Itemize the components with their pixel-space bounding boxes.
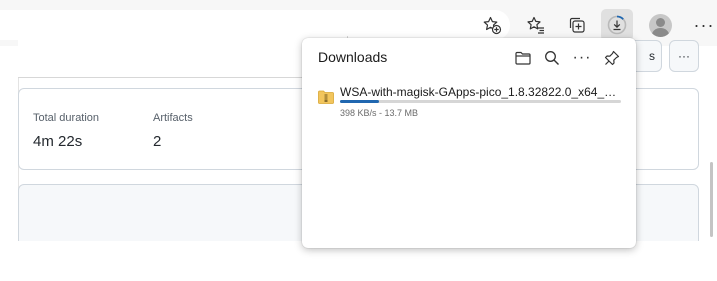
page-scrollbar[interactable]	[710, 162, 713, 237]
header-card	[18, 36, 348, 78]
collections-icon[interactable]	[561, 9, 593, 41]
favorites-icon[interactable]	[520, 9, 552, 41]
browser-window: ··· s ··· Total duration 4m 22s Artifact…	[0, 0, 717, 281]
artifacts-label: Artifacts	[153, 112, 193, 124]
page-more-button[interactable]: ···	[669, 40, 699, 72]
page-more-label: ···	[678, 49, 690, 63]
download-file-name: WSA-with-magisk-GApps-pico_1.8.32822.0_x…	[340, 85, 624, 99]
downloads-panel: Downloads ··· WSA-with-magisk-GApps-pico…	[302, 38, 636, 248]
download-item[interactable]: WSA-with-magisk-GApps-pico_1.8.32822.0_x…	[310, 82, 628, 122]
avatar-body	[652, 28, 669, 37]
avatar-head	[656, 18, 665, 27]
archive-file-icon	[318, 90, 334, 104]
pin-icon[interactable]	[599, 46, 625, 70]
settings-and-more-icon[interactable]: ···	[690, 9, 717, 41]
page-action-label: s	[649, 49, 655, 63]
total-duration-label: Total duration	[33, 112, 100, 124]
downloads-icon[interactable]	[601, 9, 633, 41]
downloads-title: Downloads	[318, 49, 388, 65]
more-options-icon[interactable]: ···	[569, 46, 595, 70]
download-progress-bar	[340, 100, 621, 103]
add-favorite-icon[interactable]	[476, 9, 508, 41]
profile-avatar[interactable]	[649, 14, 672, 37]
open-folder-icon[interactable]	[510, 46, 536, 70]
download-progress-fill	[340, 100, 380, 103]
artifacts-value: 2	[153, 133, 162, 150]
total-duration-value: 4m 22s	[33, 133, 83, 150]
download-status: 398 KB/s - 13.7 MB	[340, 108, 419, 118]
search-icon[interactable]	[539, 46, 565, 70]
